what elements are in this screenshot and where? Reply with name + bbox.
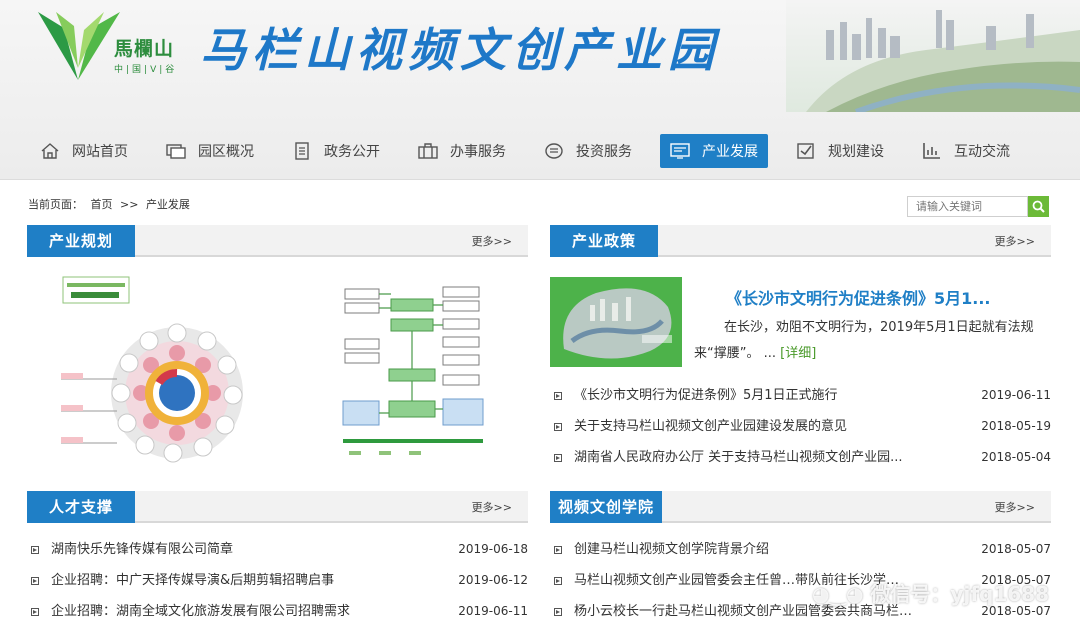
item-date: 2019-06-11: [981, 388, 1051, 402]
detail-link[interactable]: [详细]: [780, 346, 816, 361]
site-title: 马栏山视频文创产业园: [200, 23, 720, 77]
item-date: 2018-05-19: [981, 419, 1051, 433]
item-title[interactable]: 《长沙市文明行为促进条例》5月1日正式施行: [574, 380, 934, 411]
nav-label: 规划建设: [828, 144, 884, 160]
chart-icon: [922, 142, 942, 160]
panel-header: 人才支撑 更多>>: [27, 491, 528, 523]
panel-title: 产业规划: [27, 225, 136, 257]
item-date: 2019-06-11: [458, 604, 528, 618]
search-icon: [1032, 200, 1045, 213]
item-title[interactable]: 企业招聘：中广天择传媒导演&后期剪辑招聘启事: [51, 565, 411, 596]
main-nav: 网站首页 园区概况 政务公开 办事服务 投资服务 产业发展 规划建设 互动交流: [30, 134, 1080, 172]
logo-subtitle: 中|国|V|谷: [114, 65, 178, 75]
v-leaf-logo[interactable]: [34, 8, 124, 84]
breadcrumb-current: 产业发展: [145, 198, 190, 211]
checkbox-icon: [796, 142, 816, 160]
feature-article-image[interactable]: [550, 277, 682, 367]
list-item[interactable]: 企业招聘：湖南全域文化旅游发展有限公司招聘需求 2019-06-11: [27, 596, 528, 627]
panel-video-academy: 视频文创学院 更多>> 创建马栏山视频文创学院背景介绍 2018-05-07 马…: [550, 491, 1051, 631]
nav-services[interactable]: 办事服务: [408, 134, 516, 168]
list-item[interactable]: 湖南快乐先锋传媒有限公司简章 2019-06-18: [27, 534, 528, 565]
more-link[interactable]: 更多>>: [472, 233, 512, 249]
search-input[interactable]: [907, 196, 1028, 217]
item-date: 2018-05-07: [981, 542, 1051, 556]
aerial-city-image: [786, 0, 1080, 112]
list-item[interactable]: 创建马栏山视频文创学院背景介绍 2018-05-07: [550, 534, 1051, 565]
panel-industry-planning: 产业规划 更多>>: [27, 225, 528, 475]
bullet-arrow-icon: [554, 546, 562, 554]
bullet-arrow-icon: [554, 392, 562, 400]
bullet-arrow-icon: [31, 577, 39, 585]
item-title[interactable]: 湖南省人民政府办公厅 关于支持马栏山视频文创产业园...: [574, 442, 934, 473]
monitor-icon: [166, 142, 186, 160]
list-item[interactable]: 关于支持马栏山视频文创产业园建设发展的意见 2018-05-19: [550, 411, 1051, 442]
search-button[interactable]: [1028, 196, 1049, 217]
panel-header: 视频文创学院 更多>>: [550, 491, 1051, 523]
summary-text: 在长沙，劝阻不文明行为，2019年5月1日起就有法规来“撑腰”。 ...: [694, 320, 1034, 361]
nav-label: 办事服务: [450, 144, 506, 160]
feature-article-summary: 在长沙，劝阻不文明行为，2019年5月1日起就有法规来“撑腰”。 ... [详细…: [694, 315, 1052, 367]
policy-news-list: 《长沙市文明行为促进条例》5月1日正式施行 2019-06-11 关于支持马栏山…: [550, 380, 1051, 473]
bullet-arrow-icon: [554, 577, 562, 585]
nav-label: 产业发展: [702, 144, 758, 160]
bullet-arrow-icon: [554, 608, 562, 616]
watermark-text: 微信号：yjfq1688: [870, 582, 1050, 606]
nav-planning[interactable]: 规划建设: [786, 134, 894, 168]
planning-circle-diagram[interactable]: [57, 275, 247, 465]
item-date: 2019-06-12: [458, 573, 528, 587]
more-link[interactable]: 更多>>: [472, 499, 512, 515]
screen-icon: [670, 142, 690, 160]
wechat-watermark: ◕‿◕ 微信号：yjfq1688: [812, 578, 1049, 607]
nav-government-affairs[interactable]: 政务公开: [282, 134, 390, 168]
bullet-arrow-icon: [31, 608, 39, 616]
item-date: 2018-05-04: [981, 450, 1051, 464]
panel-talent-support: 人才支撑 更多>> 湖南快乐先锋传媒有限公司简章 2019-06-18 企业招聘…: [27, 491, 528, 631]
item-title[interactable]: 创建马栏山视频文创学院背景介绍: [574, 534, 934, 565]
more-link[interactable]: 更多>>: [995, 233, 1035, 249]
panel-industry-policy: 产业政策 更多>> 《长沙市文明行为促进条例》5月1... 在长沙，劝阻不文明行…: [550, 225, 1051, 475]
nav-interaction[interactable]: 互动交流: [912, 134, 1020, 168]
list-item[interactable]: 湖南省人民政府办公厅 关于支持马栏山视频文创产业园... 2018-05-04: [550, 442, 1051, 473]
nav-label: 投资服务: [576, 144, 632, 160]
nav-home[interactable]: 网站首页: [30, 134, 138, 168]
panel-header: 产业规划 更多>>: [27, 225, 528, 257]
home-icon: [40, 142, 60, 160]
nav-industry-development[interactable]: 产业发展: [660, 134, 768, 168]
wechat-icon: ◕‿◕: [812, 582, 871, 606]
bullet-arrow-icon: [31, 546, 39, 554]
list-item[interactable]: 《长沙市文明行为促进条例》5月1日正式施行 2019-06-11: [550, 380, 1051, 411]
list-item[interactable]: 企业招聘：中广天择传媒导演&后期剪辑招聘启事 2019-06-12: [27, 565, 528, 596]
talent-news-list: 湖南快乐先锋传媒有限公司简章 2019-06-18 企业招聘：中广天择传媒导演&…: [27, 534, 528, 627]
feature-article-title[interactable]: 《长沙市文明行为促进条例》5月1...: [726, 285, 1026, 309]
chat-icon: [544, 142, 564, 160]
item-title[interactable]: 关于支持马栏山视频文创产业园建设发展的意见: [574, 411, 934, 442]
breadcrumb: 当前页面： 首页 >> 产业发展: [28, 196, 194, 212]
item-title[interactable]: 企业招聘：湖南全域文化旅游发展有限公司招聘需求: [51, 596, 411, 627]
breadcrumb-prefix: 当前页面：: [28, 198, 83, 211]
panel-title: 产业政策: [550, 225, 659, 257]
bullet-arrow-icon: [554, 454, 562, 462]
search-box: [907, 196, 1049, 217]
nav-investment[interactable]: 投资服务: [534, 134, 642, 168]
panel-title: 视频文创学院: [550, 491, 663, 523]
bullet-arrow-icon: [554, 423, 562, 431]
briefcase-icon: [418, 142, 438, 160]
breadcrumb-home-link[interactable]: 首页: [91, 198, 113, 211]
planning-flow-diagram[interactable]: [339, 283, 491, 463]
more-link[interactable]: 更多>>: [995, 499, 1035, 515]
logo-text: 馬欄山: [114, 38, 175, 60]
nav-label: 互动交流: [954, 144, 1010, 160]
document-icon: [292, 142, 312, 160]
panel-title: 人才支撑: [27, 491, 136, 523]
nav-label: 网站首页: [72, 144, 128, 160]
panel-header: 产业政策 更多>>: [550, 225, 1051, 257]
nav-park-overview[interactable]: 园区概况: [156, 134, 264, 168]
nav-label: 政务公开: [324, 144, 380, 160]
item-title[interactable]: 湖南快乐先锋传媒有限公司简章: [51, 534, 411, 565]
item-date: 2019-06-18: [458, 542, 528, 556]
nav-label: 园区概况: [198, 144, 254, 160]
breadcrumb-separator: >>: [120, 198, 139, 211]
